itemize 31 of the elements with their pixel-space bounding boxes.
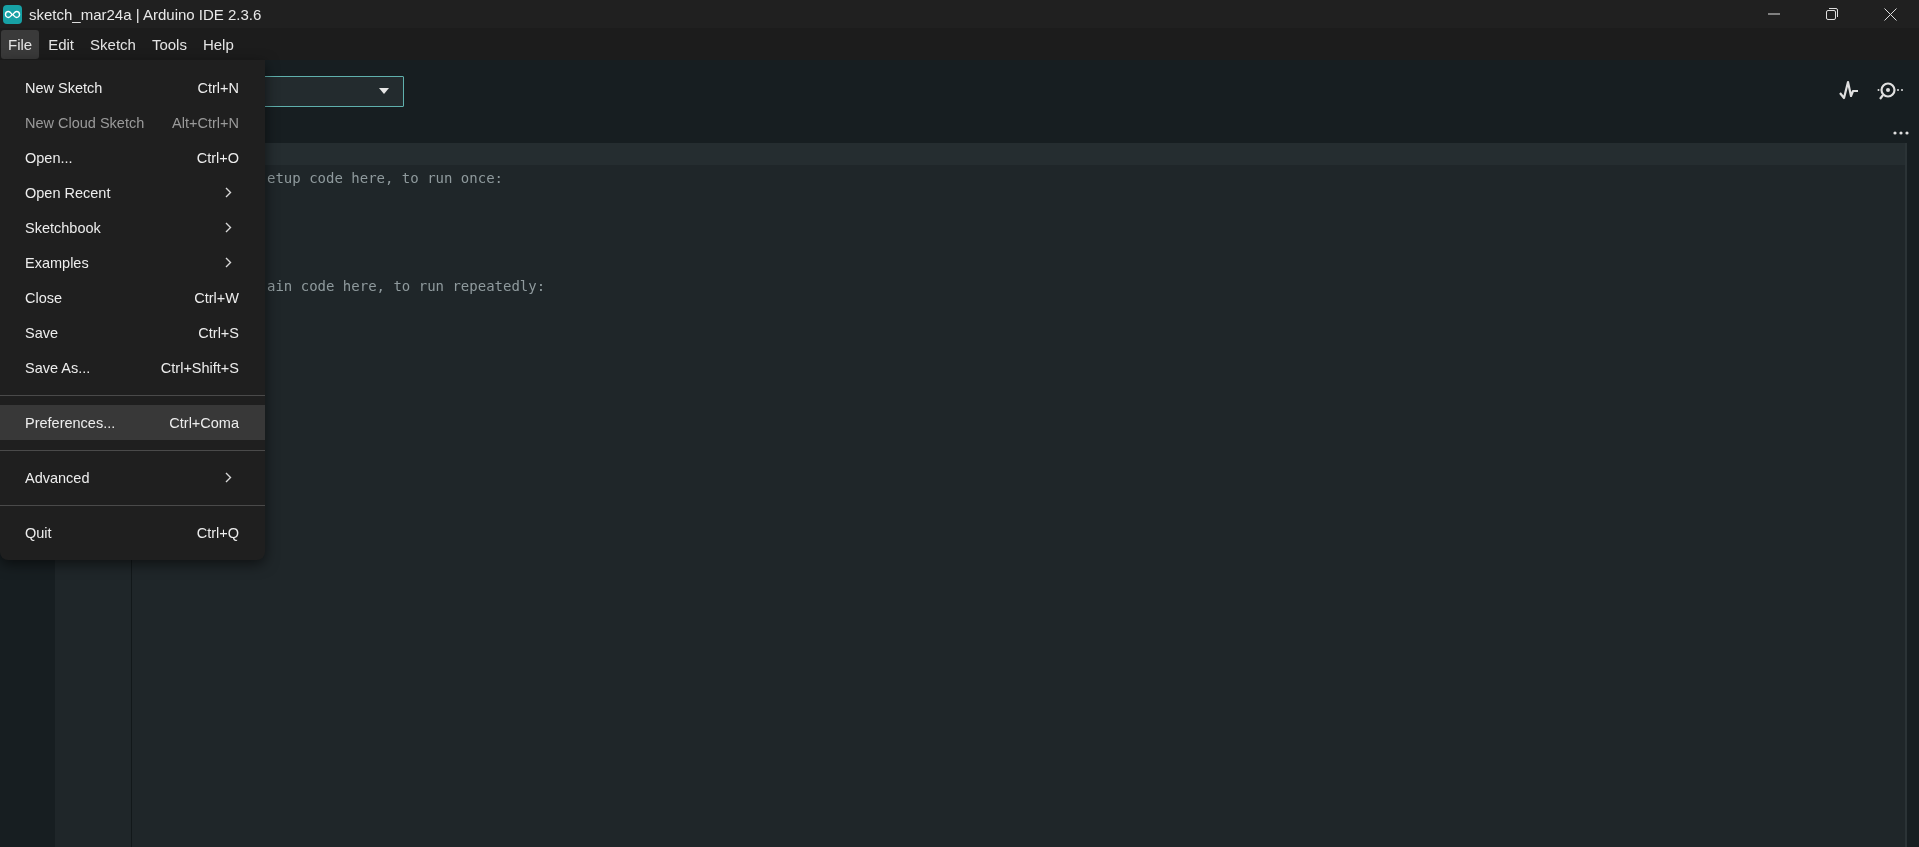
menu-item[interactable]: Open... Ctrl+O [0,140,265,175]
app-logo-icon [3,4,22,24]
caret-icon [379,88,389,94]
chevron-right-icon [225,472,232,483]
menu-item[interactable]: Save Ctrl+S [0,315,265,350]
serial-monitor-icon[interactable] [1877,80,1905,102]
menu-item[interactable]: Preferences... Ctrl+Coma [0,405,265,440]
menu-item[interactable]: Examples [0,245,265,280]
menu-item[interactable]: Open Recent [0,175,265,210]
menu-item[interactable]: New Sketch Ctrl+N [0,70,265,105]
menu-item[interactable]: Advanced [0,460,265,495]
menu-item[interactable]: Quit Ctrl+Q [0,515,265,550]
menu-item[interactable]: Sketchbook [0,210,265,245]
serial-plotter-icon[interactable] [1839,80,1859,102]
code-comment: etup code here, to run once: [267,169,503,186]
restore-icon [1826,8,1838,20]
chevron-right-icon [225,187,232,198]
window-title: sketch_mar24a | Arduino IDE 2.3.6 [29,5,262,23]
menu-bar-item[interactable]: File [1,29,40,59]
menu-bar-item[interactable]: Help [195,29,241,59]
close-icon [1883,7,1897,21]
menu-bar-item[interactable]: Edit [41,29,82,59]
chevron-right-icon [225,257,232,268]
menu-bar-item[interactable]: Tools [144,29,194,59]
code-comment: ain code here, to run repeatedly: [267,277,546,294]
minimize-icon [1768,13,1780,15]
chevron-right-icon [225,222,232,233]
menu-item[interactable]: Close Ctrl+W [0,280,265,315]
menu-bar-item[interactable]: Sketch [83,29,143,59]
menu-item[interactable]: Save As... Ctrl+Shift+S [0,350,265,385]
more-icon[interactable] [1893,130,1909,135]
